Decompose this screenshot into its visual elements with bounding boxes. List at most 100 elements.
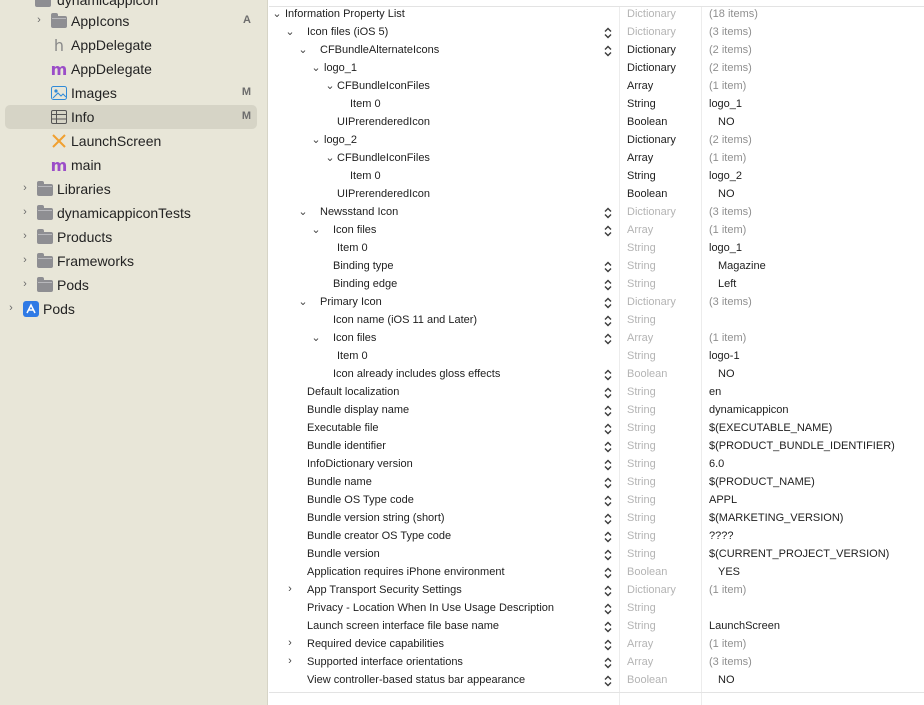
chevron-down-icon[interactable]: ⌄ xyxy=(310,133,322,146)
key-stepper-icon[interactable] xyxy=(603,277,613,293)
plist-row[interactable]: Icon already includes gloss effects Boole… xyxy=(269,366,924,384)
chevron-down-icon[interactable]: ⌄ xyxy=(310,61,322,74)
plist-key[interactable]: Icon files (iOS 5) xyxy=(307,26,388,38)
plist-key[interactable]: UIPrerenderedIcon xyxy=(337,116,430,128)
plist-value[interactable]: dynamicappicon xyxy=(709,404,789,416)
sidebar-item-pods[interactable]: › Pods xyxy=(0,297,267,321)
plist-type[interactable]: String xyxy=(627,260,656,272)
plist-value[interactable]: (1 item) xyxy=(709,224,746,236)
plist-value[interactable]: NO xyxy=(718,188,735,200)
plist-row[interactable]: Binding type String Magazine xyxy=(269,258,924,276)
plist-key[interactable]: Icon files xyxy=(333,224,376,236)
sidebar-item-pods[interactable]: › Pods xyxy=(0,273,267,297)
plist-type[interactable]: String xyxy=(627,170,656,182)
plist-value[interactable]: LaunchScreen xyxy=(709,620,780,632)
plist-key[interactable]: Bundle identifier xyxy=(307,440,386,452)
plist-row[interactable]: UIPrerenderedIcon Boolean NO xyxy=(269,186,924,204)
plist-key[interactable]: Primary Icon xyxy=(320,296,382,308)
plist-value[interactable]: NO xyxy=(718,368,735,380)
plist-row[interactable]: ⌄ Icon files (iOS 5) Dictionary (3 items) xyxy=(269,24,924,42)
key-stepper-icon[interactable] xyxy=(603,493,613,509)
key-stepper-icon[interactable] xyxy=(603,655,613,671)
sidebar-item-dynamicappicontests[interactable]: › dynamicappiconTests xyxy=(0,201,267,225)
disclosure-chevron-icon[interactable]: › xyxy=(20,206,30,218)
key-stepper-icon[interactable] xyxy=(603,25,613,41)
plist-key[interactable]: CFBundleIconFiles xyxy=(337,80,430,92)
plist-type[interactable]: String xyxy=(627,476,656,488)
key-stepper-icon[interactable] xyxy=(603,313,613,329)
plist-row[interactable]: ⌄ Icon files Array (1 item) xyxy=(269,222,924,240)
plist-row[interactable]: UIPrerenderedIcon Boolean NO xyxy=(269,114,924,132)
plist-value[interactable]: $(CURRENT_PROJECT_VERSION) xyxy=(709,548,889,560)
plist-value[interactable]: en xyxy=(709,386,721,398)
plist-type[interactable]: Boolean xyxy=(627,566,667,578)
plist-key[interactable]: Information Property List xyxy=(285,8,405,20)
sidebar-item-products[interactable]: › Products xyxy=(0,225,267,249)
plist-type[interactable]: String xyxy=(627,440,656,452)
plist-value[interactable]: APPL xyxy=(709,494,737,506)
plist-row[interactable]: Item 0 String logo_1 xyxy=(269,96,924,114)
chevron-right-icon[interactable]: › xyxy=(284,655,296,667)
plist-type[interactable]: Dictionary xyxy=(627,26,676,38)
plist-key[interactable]: Newsstand Icon xyxy=(320,206,398,218)
key-stepper-icon[interactable] xyxy=(603,547,613,563)
plist-value[interactable]: (3 items) xyxy=(709,296,752,308)
sidebar-item-appdelegate[interactable]: m AppDelegate xyxy=(0,57,267,81)
disclosure-chevron-icon[interactable]: › xyxy=(20,278,30,290)
plist-value[interactable]: logo_1 xyxy=(709,98,742,110)
disclosure-chevron-icon[interactable]: › xyxy=(6,302,16,314)
plist-value[interactable]: (1 item) xyxy=(709,332,746,344)
plist-type[interactable]: Dictionary xyxy=(627,134,676,146)
plist-type[interactable]: Array xyxy=(627,80,653,92)
plist-row[interactable]: › Supported interface orientations Array (3… xyxy=(269,654,924,672)
plist-row[interactable]: Bundle display name String dynamicappicon xyxy=(269,402,924,420)
chevron-down-icon[interactable]: ⌄ xyxy=(310,223,322,236)
plist-value[interactable]: logo_1 xyxy=(709,242,742,254)
key-stepper-icon[interactable] xyxy=(603,511,613,527)
plist-value[interactable]: (3 items) xyxy=(709,656,752,668)
key-stepper-icon[interactable] xyxy=(603,385,613,401)
sidebar-item-images[interactable]: Images M xyxy=(0,81,267,105)
plist-type[interactable]: Array xyxy=(627,638,653,650)
key-stepper-icon[interactable] xyxy=(603,619,613,635)
plist-key[interactable]: InfoDictionary version xyxy=(307,458,413,470)
plist-row[interactable]: Icon name (iOS 11 and Later) String xyxy=(269,312,924,330)
plist-key[interactable]: Icon files xyxy=(333,332,376,344)
plist-type[interactable]: String xyxy=(627,242,656,254)
plist-row[interactable]: ⌄ Newsstand Icon Dictionary (3 items) xyxy=(269,204,924,222)
plist-key[interactable]: Binding edge xyxy=(333,278,397,290)
plist-type[interactable]: Dictionary xyxy=(627,206,676,218)
chevron-down-icon[interactable]: ⌄ xyxy=(324,151,336,164)
plist-key[interactable]: UIPrerenderedIcon xyxy=(337,188,430,200)
plist-row[interactable]: Bundle name String $(PRODUCT_NAME) xyxy=(269,474,924,492)
plist-key[interactable]: CFBundleAlternateIcons xyxy=(320,44,439,56)
plist-row[interactable]: Application requires iPhone environment B… xyxy=(269,564,924,582)
plist-row[interactable]: Bundle OS Type code String APPL xyxy=(269,492,924,510)
plist-value[interactable]: YES xyxy=(718,566,740,578)
plist-value[interactable]: logo-1 xyxy=(709,350,740,362)
key-stepper-icon[interactable] xyxy=(603,529,613,545)
plist-type[interactable]: Array xyxy=(627,152,653,164)
plist-key[interactable]: Bundle creator OS Type code xyxy=(307,530,451,542)
disclosure-chevron-icon[interactable]: › xyxy=(20,254,30,266)
sidebar-item-libraries[interactable]: › Libraries xyxy=(0,177,267,201)
sidebar-item-launchscreen[interactable]: LaunchScreen xyxy=(0,129,267,153)
plist-type[interactable]: Array xyxy=(627,656,653,668)
plist-row[interactable]: Binding edge String Left xyxy=(269,276,924,294)
plist-key[interactable]: Item 0 xyxy=(337,350,368,362)
plist-type[interactable]: String xyxy=(627,530,656,542)
plist-row[interactable]: ⌄ Information Property List Dictionary (18 … xyxy=(269,6,924,24)
plist-row[interactable]: ⌄ CFBundleIconFiles Array (1 item) xyxy=(269,150,924,168)
plist-key[interactable]: Default localization xyxy=(307,386,399,398)
plist-row[interactable]: Bundle identifier String $(PRODUCT_BUNDLE_… xyxy=(269,438,924,456)
plist-value[interactable]: ???? xyxy=(709,530,733,542)
plist-key[interactable]: Item 0 xyxy=(350,170,381,182)
plist-key[interactable]: CFBundleIconFiles xyxy=(337,152,430,164)
chevron-right-icon[interactable]: › xyxy=(284,583,296,595)
plist-row[interactable]: Item 0 String logo_1 xyxy=(269,240,924,258)
plist-row[interactable]: ⌄ Primary Icon Dictionary (3 items) xyxy=(269,294,924,312)
chevron-down-icon[interactable]: ⌄ xyxy=(297,43,309,56)
chevron-down-icon[interactable]: ⌄ xyxy=(324,79,336,92)
plist-key[interactable]: View controller-based status bar appeara… xyxy=(307,674,525,686)
plist-type[interactable]: Dictionary xyxy=(627,584,676,596)
